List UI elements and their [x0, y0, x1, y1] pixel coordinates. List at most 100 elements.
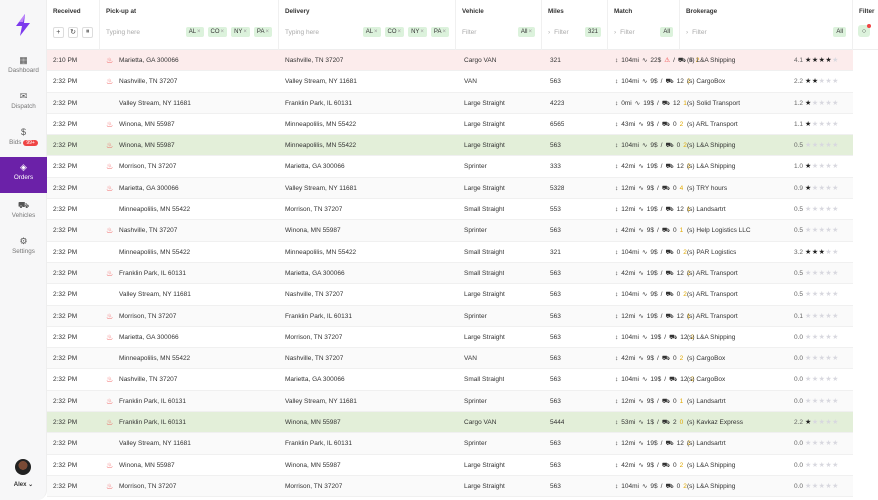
miles-value: 563 — [550, 333, 561, 341]
state-chip[interactable]: PA× — [430, 27, 449, 37]
sidebar-item-bids[interactable]: $ Bids 99+ — [0, 122, 47, 158]
table-row[interactable]: 2:32 PM Valley Stream, NY 11681 Franklin… — [47, 92, 853, 114]
vehicle-chip[interactable]: All× — [517, 27, 535, 37]
col-received: Received + ↻ ⏸ — [47, 0, 100, 50]
table-row[interactable]: 2:32 PM Minneapolilis, MN 55422 Morrison… — [47, 199, 853, 221]
rate-icon: ∿ — [638, 227, 644, 235]
rating-value: 0.0 — [794, 376, 804, 384]
match-cell: ↕ 42mi ∿ 9$ / ⛟ 0 2 — [615, 455, 683, 476]
pickup-location: Valley Stream, NY 11681 — [119, 99, 191, 107]
match-rate: 9$ — [650, 291, 658, 299]
state-chip[interactable]: AL× — [185, 27, 204, 37]
table-row[interactable]: 2:32 PM ♨ Morrison, TN 37207 Marietta, GA… — [47, 156, 853, 178]
match-cell: ↕ 12mi ∿ 19$ / ⛟ 12 1 — [615, 199, 691, 220]
brokerage-filter-input[interactable]: Filter — [692, 29, 829, 36]
state-chip[interactable]: CO× — [384, 27, 405, 37]
rating-value: 0.0 — [794, 333, 804, 341]
close-icon[interactable]: × — [374, 29, 378, 35]
flame-icon: ♨ — [106, 460, 114, 470]
sidebar-item-dispatch[interactable]: ✉ Dispatch — [0, 86, 47, 122]
flame-icon: ♨ — [106, 332, 114, 342]
match-chip[interactable]: All — [660, 27, 673, 37]
received-time: 2:32 PM — [53, 269, 78, 277]
pickup-cell: Valley Stream, NY 11681 — [100, 93, 279, 114]
close-icon[interactable]: × — [221, 29, 225, 35]
table-row[interactable]: 2:32 PM Minneapolilis, MN 55422 Minneapo… — [47, 241, 853, 263]
refresh-icon[interactable]: ↻ — [67, 26, 79, 38]
state-chip[interactable]: NY× — [231, 27, 250, 37]
vehicle-type: Large Straight — [464, 99, 505, 107]
match-distance: 12mi — [621, 397, 636, 405]
table-row[interactable]: 2:32 PM ♨ Winona, MN 55987 Minneapolilis,… — [47, 135, 853, 157]
miles-chip[interactable]: 321 — [584, 27, 601, 37]
table-row[interactable]: 2:32 PM ♨ Franklin Park, IL 60131 Winona,… — [47, 412, 853, 434]
table-row[interactable]: 2:32 PM Minneapolilis, MN 55422 Nashvill… — [47, 348, 853, 370]
state-chip[interactable]: NY× — [408, 27, 427, 37]
sidebar-item-vehicles[interactable]: ⛟ Vehicles — [0, 195, 47, 231]
close-icon[interactable]: × — [243, 29, 247, 35]
close-icon[interactable]: × — [420, 29, 424, 35]
star-icon: ★ — [811, 142, 819, 150]
pickup-input[interactable]: Typing here — [106, 29, 182, 36]
chevron-right-icon[interactable]: › — [614, 29, 616, 36]
rate-icon: ∿ — [641, 57, 648, 64]
close-icon[interactable]: × — [528, 29, 532, 35]
distance-icon: ↕ — [615, 227, 619, 235]
state-chip[interactable]: AL× — [362, 27, 381, 37]
table-row[interactable]: 2:32 PM ♨ Franklin Park, IL 60131 Valley … — [47, 390, 853, 413]
state-chip[interactable]: CO× — [207, 27, 228, 37]
table-row[interactable]: 2:32 PM ♨ Nashville, TN 37207 Marietta, G… — [47, 369, 853, 391]
vehicle-filter-input[interactable]: Filter — [462, 29, 514, 36]
filter-button[interactable]: ○ — [858, 24, 871, 37]
user-menu[interactable]: Alex ⌄ — [0, 481, 47, 488]
vehicle-type: Small Straight — [464, 376, 505, 384]
match-distance: 104mi — [621, 78, 639, 86]
star-icon: ★ — [805, 482, 812, 490]
rating: 0.5 ★★★★★ — [794, 135, 839, 156]
table-row[interactable]: 2:32 PM ♨ Winona, MN 55987 Winona, MN 559… — [47, 454, 853, 476]
close-icon[interactable]: × — [442, 29, 446, 35]
table-row[interactable]: 2:32 PM ♨ Nashville, TN 37207 Winona, MN … — [47, 220, 853, 242]
table-row[interactable]: 2:10 PM ♨ Marietta, GA 300066 Nashville, … — [47, 50, 853, 72]
table-row[interactable]: 2:32 PM ♨ Winona, MN 55987 Minneapolilis,… — [47, 113, 853, 136]
vehicle-type: Sprinter — [464, 397, 487, 405]
truck-icon: ⛟ — [677, 57, 687, 64]
avatar[interactable] — [15, 459, 31, 475]
table-row[interactable]: 2:32 PM Valley Stream, NY 11681 Franklin… — [47, 433, 853, 455]
pickup-cell: ♨ Marietta, GA 300066 — [100, 50, 279, 71]
table-row[interactable]: 2:32 PM ♨ Franklin Park, IL 60131 Mariett… — [47, 262, 853, 285]
table-row[interactable]: 2:32 PM ♨ Marietta, GA 300066 Valley Stre… — [47, 177, 853, 200]
truck-icon: ⛟ — [665, 269, 674, 277]
chevron-right-icon[interactable]: › — [548, 29, 550, 36]
grid-icon: ▦ — [19, 55, 28, 65]
sidebar-item-orders[interactable]: ◈ Orders — [0, 157, 47, 193]
pause-icon[interactable]: ⏸ — [82, 26, 94, 38]
distance-icon: ↕ — [615, 440, 619, 448]
rate-icon: ∿ — [638, 312, 644, 320]
delivery-input[interactable]: Typing here — [285, 29, 359, 36]
sidebar-item-dashboard[interactable]: ▦ Dashboard — [0, 50, 47, 86]
miles-filter-input[interactable]: Filter — [554, 29, 581, 36]
table-row[interactable]: 2:32 PM Valley Stream, NY 11681 Nashvill… — [47, 284, 853, 306]
brokerage-chip[interactable]: All — [833, 27, 846, 37]
close-icon[interactable]: × — [398, 29, 402, 35]
chevron-right-icon[interactable]: › — [686, 29, 688, 36]
rate-icon: ∿ — [638, 184, 644, 192]
table-row[interactable]: 2:32 PM ♨ Morrison, TN 37207 Morrison, TN… — [47, 475, 853, 498]
close-icon[interactable]: × — [265, 29, 269, 35]
brokerage-name: (s) L&A Shipping — [687, 482, 736, 490]
state-chip[interactable]: PA× — [253, 27, 272, 37]
brokerage-name: (s) CargoBox — [687, 78, 726, 86]
match-filter-input[interactable]: Filter — [620, 29, 656, 36]
rate-icon: ∿ — [641, 78, 648, 86]
add-icon[interactable]: + — [53, 26, 64, 38]
pickup-location: Winona, MN 55987 — [119, 142, 175, 150]
sidebar-item-settings[interactable]: ⚙ Settings — [0, 231, 47, 267]
close-icon[interactable]: × — [197, 29, 201, 35]
truck-count: 0 — [676, 482, 681, 490]
table-row[interactable]: 2:32 PM ♨ Marietta, GA 300066 Morrison, T… — [47, 326, 853, 349]
brokerage-name: (s) Landsartrt — [687, 206, 726, 214]
match-cell: ↕ 104mi ∿ 9$ / ⛟ 12 2 — [615, 71, 691, 92]
table-row[interactable]: 2:32 PM ♨ Nashville, TN 37207 Valley Stre… — [47, 71, 853, 93]
table-row[interactable]: 2:32 PM ♨ Morrison, TN 37207 Franklin Par… — [47, 305, 853, 327]
